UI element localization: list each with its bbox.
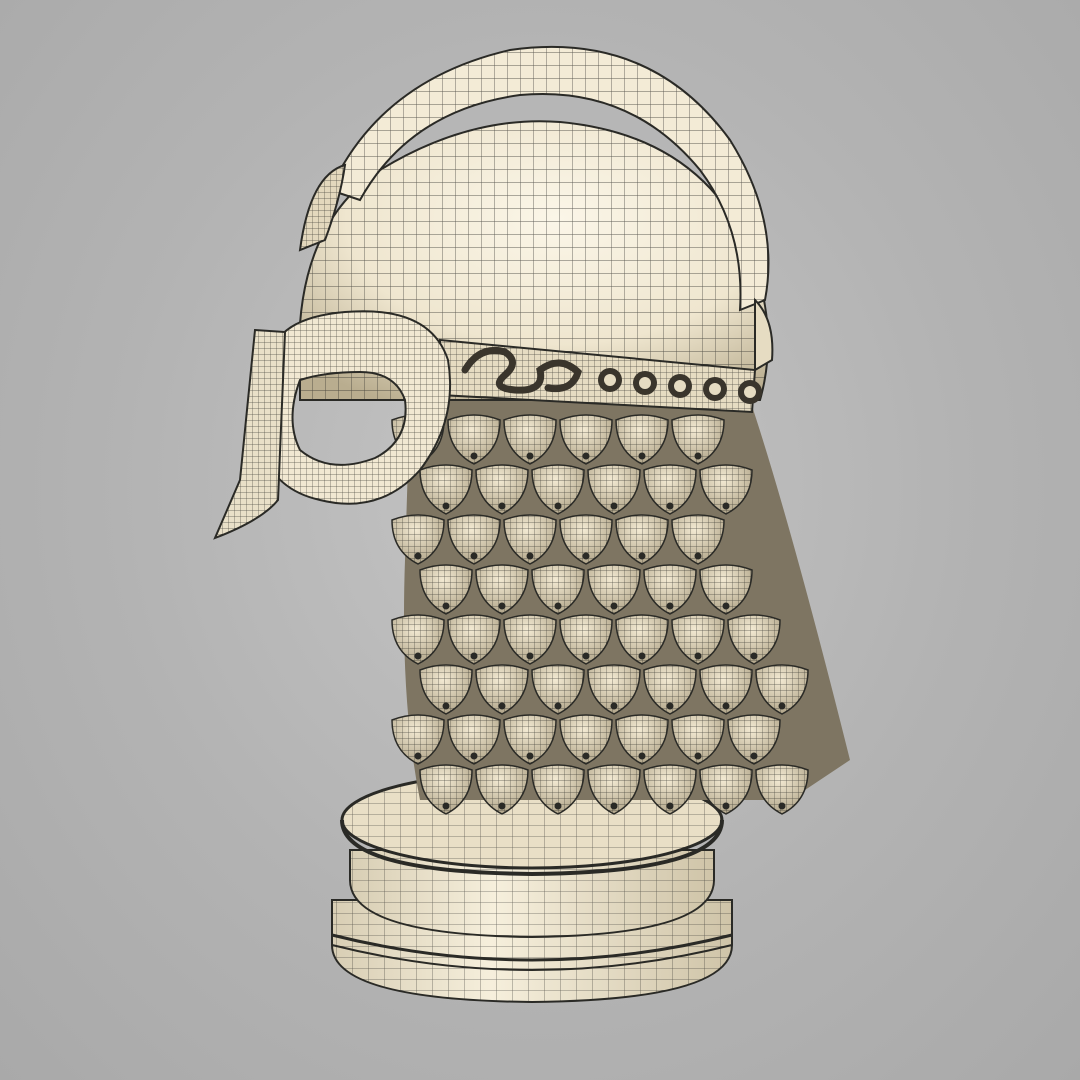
mail-rivet [638, 552, 646, 560]
mail-rivet [554, 502, 562, 510]
brow-rivet-center [744, 386, 756, 398]
scale-mail-aventail [391, 400, 850, 815]
mail-rivet [722, 602, 730, 610]
mail-rivet [638, 652, 646, 660]
mail-rivet [554, 702, 562, 710]
mail-rivet [414, 652, 422, 660]
mail-rivet [638, 452, 646, 460]
helmet-render [213, 45, 850, 1004]
mail-rivet [498, 802, 506, 810]
brow-rivet-center [639, 377, 651, 389]
mail-rivet [526, 752, 534, 760]
brow-rivet-center [709, 383, 721, 395]
mail-rivet [750, 652, 758, 660]
mail-rivet [610, 702, 618, 710]
mail-rivet [778, 702, 786, 710]
nasal-guard [213, 328, 287, 540]
mail-rivet [526, 452, 534, 460]
mail-rivet [442, 802, 450, 810]
mail-rivet [554, 602, 562, 610]
mail-rivet [694, 652, 702, 660]
mail-rivet [666, 802, 674, 810]
mail-rivet [750, 752, 758, 760]
mail-rivet [666, 602, 674, 610]
mail-rivet [442, 702, 450, 710]
mail-rivet [554, 802, 562, 810]
mail-rivet [498, 702, 506, 710]
mail-rivet [610, 502, 618, 510]
brow-rivet-center [674, 380, 686, 392]
mail-rivet [722, 702, 730, 710]
brow-rivet-center [604, 374, 616, 386]
mail-rivet [694, 752, 702, 760]
mail-rivet [498, 602, 506, 610]
mail-rivet [414, 552, 422, 560]
mail-rivet [666, 502, 674, 510]
mail-rivet [470, 552, 478, 560]
mail-rivet [442, 502, 450, 510]
mail-rivet [442, 602, 450, 610]
render-viewport [0, 0, 1080, 1080]
mail-rivet [610, 802, 618, 810]
mail-rivet [582, 752, 590, 760]
mail-rivet [414, 752, 422, 760]
mail-rivet [722, 802, 730, 810]
mail-rivet [498, 502, 506, 510]
mail-rivet [638, 752, 646, 760]
mail-rivet [694, 452, 702, 460]
mail-rivet [470, 752, 478, 760]
mail-rivet [582, 452, 590, 460]
mail-rivet [582, 652, 590, 660]
mail-rivet [526, 552, 534, 560]
mail-rivet [526, 652, 534, 660]
mail-rivet [582, 552, 590, 560]
mail-rivet [722, 502, 730, 510]
mail-rivet [470, 652, 478, 660]
mail-rivet [666, 702, 674, 710]
mail-rivet [778, 802, 786, 810]
mail-rivet [694, 552, 702, 560]
mail-rivet [610, 602, 618, 610]
mail-rivet [470, 452, 478, 460]
